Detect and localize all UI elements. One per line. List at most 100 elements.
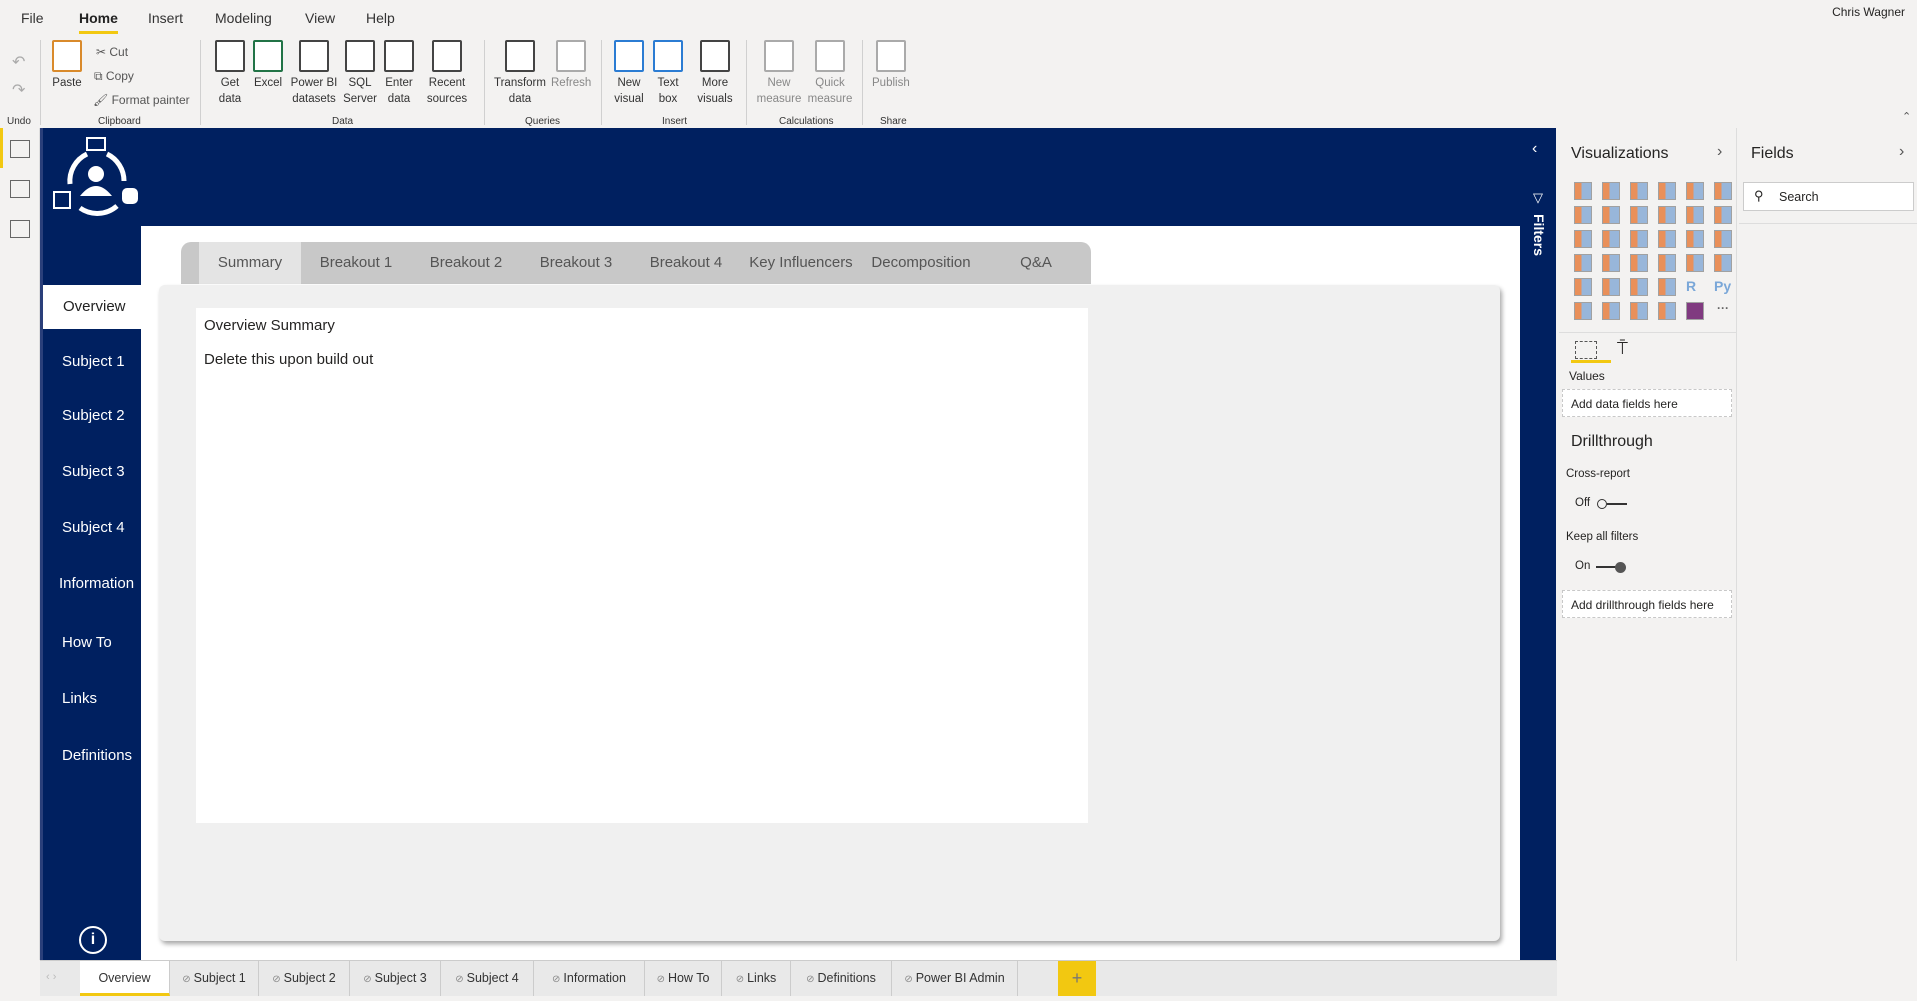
page-tab[interactable]: ⊘ Subject 1 xyxy=(170,961,259,996)
more-visuals-button[interactable]: More visuals xyxy=(693,40,737,107)
menu-insert[interactable]: Insert xyxy=(148,10,183,26)
power-apps-visual-icon[interactable] xyxy=(1686,302,1704,320)
undo-icon[interactable]: ↶ xyxy=(12,52,25,72)
nav-overview[interactable]: Overview xyxy=(43,285,141,329)
drillthrough-drop-zone[interactable]: Add drillthrough fields here xyxy=(1562,590,1732,618)
redo-icon[interactable]: ↷ xyxy=(12,80,25,100)
100-column-visual-icon[interactable] xyxy=(1714,182,1732,200)
expand-filters-icon[interactable]: ‹ xyxy=(1532,140,1537,158)
tab-decomposition[interactable]: Decomposition xyxy=(861,242,981,284)
nav-subject-3[interactable]: Subject 3 xyxy=(43,450,141,494)
excel-button[interactable]: Excel xyxy=(253,40,283,91)
info-icon[interactable]: i xyxy=(79,926,107,954)
cross-report-toggle[interactable] xyxy=(1597,499,1627,509)
tab-key-influencers[interactable]: Key Influencers xyxy=(741,242,861,284)
map-visual-icon[interactable] xyxy=(1574,254,1592,272)
donut-visual-icon[interactable] xyxy=(1686,230,1704,248)
page-tab[interactable]: Overview xyxy=(80,961,170,996)
decomposition-tree-visual-icon[interactable] xyxy=(1602,302,1620,320)
tab-breakout-3[interactable]: Breakout 3 xyxy=(521,242,631,284)
tab-summary[interactable]: Summary xyxy=(199,242,301,284)
nav-subject-1[interactable]: Subject 1 xyxy=(43,340,141,384)
nav-how-to[interactable]: How To xyxy=(43,621,141,665)
page-tab[interactable]: ⊘ Links xyxy=(722,961,791,996)
kpi-visual-icon[interactable] xyxy=(1574,278,1592,296)
r-visual-visual-icon[interactable]: R xyxy=(1686,278,1704,296)
new-measure-button[interactable]: New measure xyxy=(756,40,802,107)
clustered-column-visual-icon[interactable] xyxy=(1658,182,1676,200)
collapse-fields-icon[interactable]: › xyxy=(1899,143,1904,161)
page-tab[interactable]: ⊘ Definitions xyxy=(791,961,892,996)
shape-map-visual-icon[interactable] xyxy=(1630,254,1648,272)
menu-view[interactable]: View xyxy=(305,10,335,26)
tab-breakout-1[interactable]: Breakout 1 xyxy=(301,242,411,284)
stacked-column-visual-icon[interactable] xyxy=(1602,182,1620,200)
page-tab[interactable]: ⊘ Subject 4 xyxy=(441,961,534,996)
table-visual-icon[interactable] xyxy=(1630,278,1648,296)
python-visual-visual-icon[interactable]: Py xyxy=(1714,278,1732,296)
collapse-viz-icon[interactable]: › xyxy=(1717,143,1722,161)
matrix-visual-icon[interactable] xyxy=(1658,278,1676,296)
gauge-visual-icon[interactable] xyxy=(1658,254,1676,272)
nav-subject-2[interactable]: Subject 2 xyxy=(43,394,141,438)
recent-sources-button[interactable]: Recent sources xyxy=(420,40,474,107)
more-visual-icon[interactable]: ··· xyxy=(1714,302,1732,320)
enter-data-button[interactable]: Enter data xyxy=(382,40,416,107)
page-tab[interactable]: ⊘ Power BI Admin xyxy=(892,961,1018,996)
nav-links[interactable]: Links xyxy=(43,677,141,721)
filled-map-visual-icon[interactable] xyxy=(1602,254,1620,272)
arcgis-visual-icon[interactable] xyxy=(1658,302,1676,320)
add-page-button[interactable]: + xyxy=(1058,961,1096,996)
line-column-visual-icon[interactable] xyxy=(1658,206,1676,224)
page-tab[interactable]: ⊘ How To xyxy=(645,961,722,996)
pbi-datasets-button[interactable]: Power BI datasets xyxy=(288,40,340,107)
cut-button[interactable]: ✂ Cut xyxy=(96,45,128,59)
paste-button[interactable]: Paste xyxy=(52,40,82,91)
stacked-bar-visual-icon[interactable] xyxy=(1574,182,1592,200)
stacked-area-visual-icon[interactable] xyxy=(1630,206,1648,224)
clustered-bar-visual-icon[interactable] xyxy=(1630,182,1648,200)
page-tab[interactable]: ⊘ Subject 3 xyxy=(350,961,441,996)
area-visual-icon[interactable] xyxy=(1602,206,1620,224)
format-painter-button[interactable]: 🖌 Format painter xyxy=(93,93,190,107)
text-box-button[interactable]: Text box xyxy=(653,40,683,107)
summary-textbox[interactable]: Overview Summary Delete this upon build … xyxy=(196,308,1088,823)
get-data-button[interactable]: Get data xyxy=(210,40,250,107)
transform-data-button[interactable]: Transform data xyxy=(492,40,548,107)
funnel-visual-icon[interactable] xyxy=(1602,230,1620,248)
qa-visual-icon[interactable] xyxy=(1630,302,1648,320)
publish-button[interactable]: Publish xyxy=(872,40,910,91)
key-influencers-visual-icon[interactable] xyxy=(1574,302,1592,320)
fields-well-icon[interactable] xyxy=(1575,341,1597,359)
scroll-tabs-arrows[interactable]: ‹ › xyxy=(46,971,56,983)
quick-measure-button[interactable]: Quick measure xyxy=(806,40,854,107)
sql-server-button[interactable]: SQL Server xyxy=(342,40,378,107)
report-view-icon[interactable] xyxy=(10,140,30,158)
tab-breakout-4[interactable]: Breakout 4 xyxy=(631,242,741,284)
format-paint-roller-icon[interactable]: ⍑ xyxy=(1617,338,1628,359)
model-view-icon[interactable] xyxy=(10,220,30,238)
values-drop-zone[interactable]: Add data fields here xyxy=(1562,389,1732,417)
menu-home[interactable]: Home xyxy=(79,10,118,34)
waterfall-visual-icon[interactable] xyxy=(1574,230,1592,248)
data-view-icon[interactable] xyxy=(10,180,30,198)
treemap-visual-icon[interactable] xyxy=(1714,230,1732,248)
page-tab[interactable]: ⊘ Information xyxy=(534,961,645,996)
slicer-visual-icon[interactable] xyxy=(1602,278,1620,296)
copy-button[interactable]: ⧉ Copy xyxy=(94,69,134,84)
refresh-button[interactable]: Refresh xyxy=(551,40,591,91)
line-clustered-visual-icon[interactable] xyxy=(1686,206,1704,224)
menu-modeling[interactable]: Modeling xyxy=(215,10,272,26)
menu-file[interactable]: File xyxy=(21,10,44,26)
collapse-ribbon-icon[interactable]: ⌃ xyxy=(1902,110,1911,123)
nav-information[interactable]: Information xyxy=(43,562,141,606)
fields-search[interactable]: ⚲ Search xyxy=(1743,182,1914,211)
100-bar-visual-icon[interactable] xyxy=(1686,182,1704,200)
pie-visual-icon[interactable] xyxy=(1658,230,1676,248)
page-tab[interactable]: ⊘ Subject 2 xyxy=(259,961,350,996)
ribbon-visual-icon[interactable] xyxy=(1714,206,1732,224)
new-visual-button[interactable]: New visual xyxy=(613,40,645,107)
line-visual-icon[interactable] xyxy=(1574,206,1592,224)
tab-breakout-2[interactable]: Breakout 2 xyxy=(411,242,521,284)
tab-qa[interactable]: Q&A xyxy=(981,242,1091,284)
